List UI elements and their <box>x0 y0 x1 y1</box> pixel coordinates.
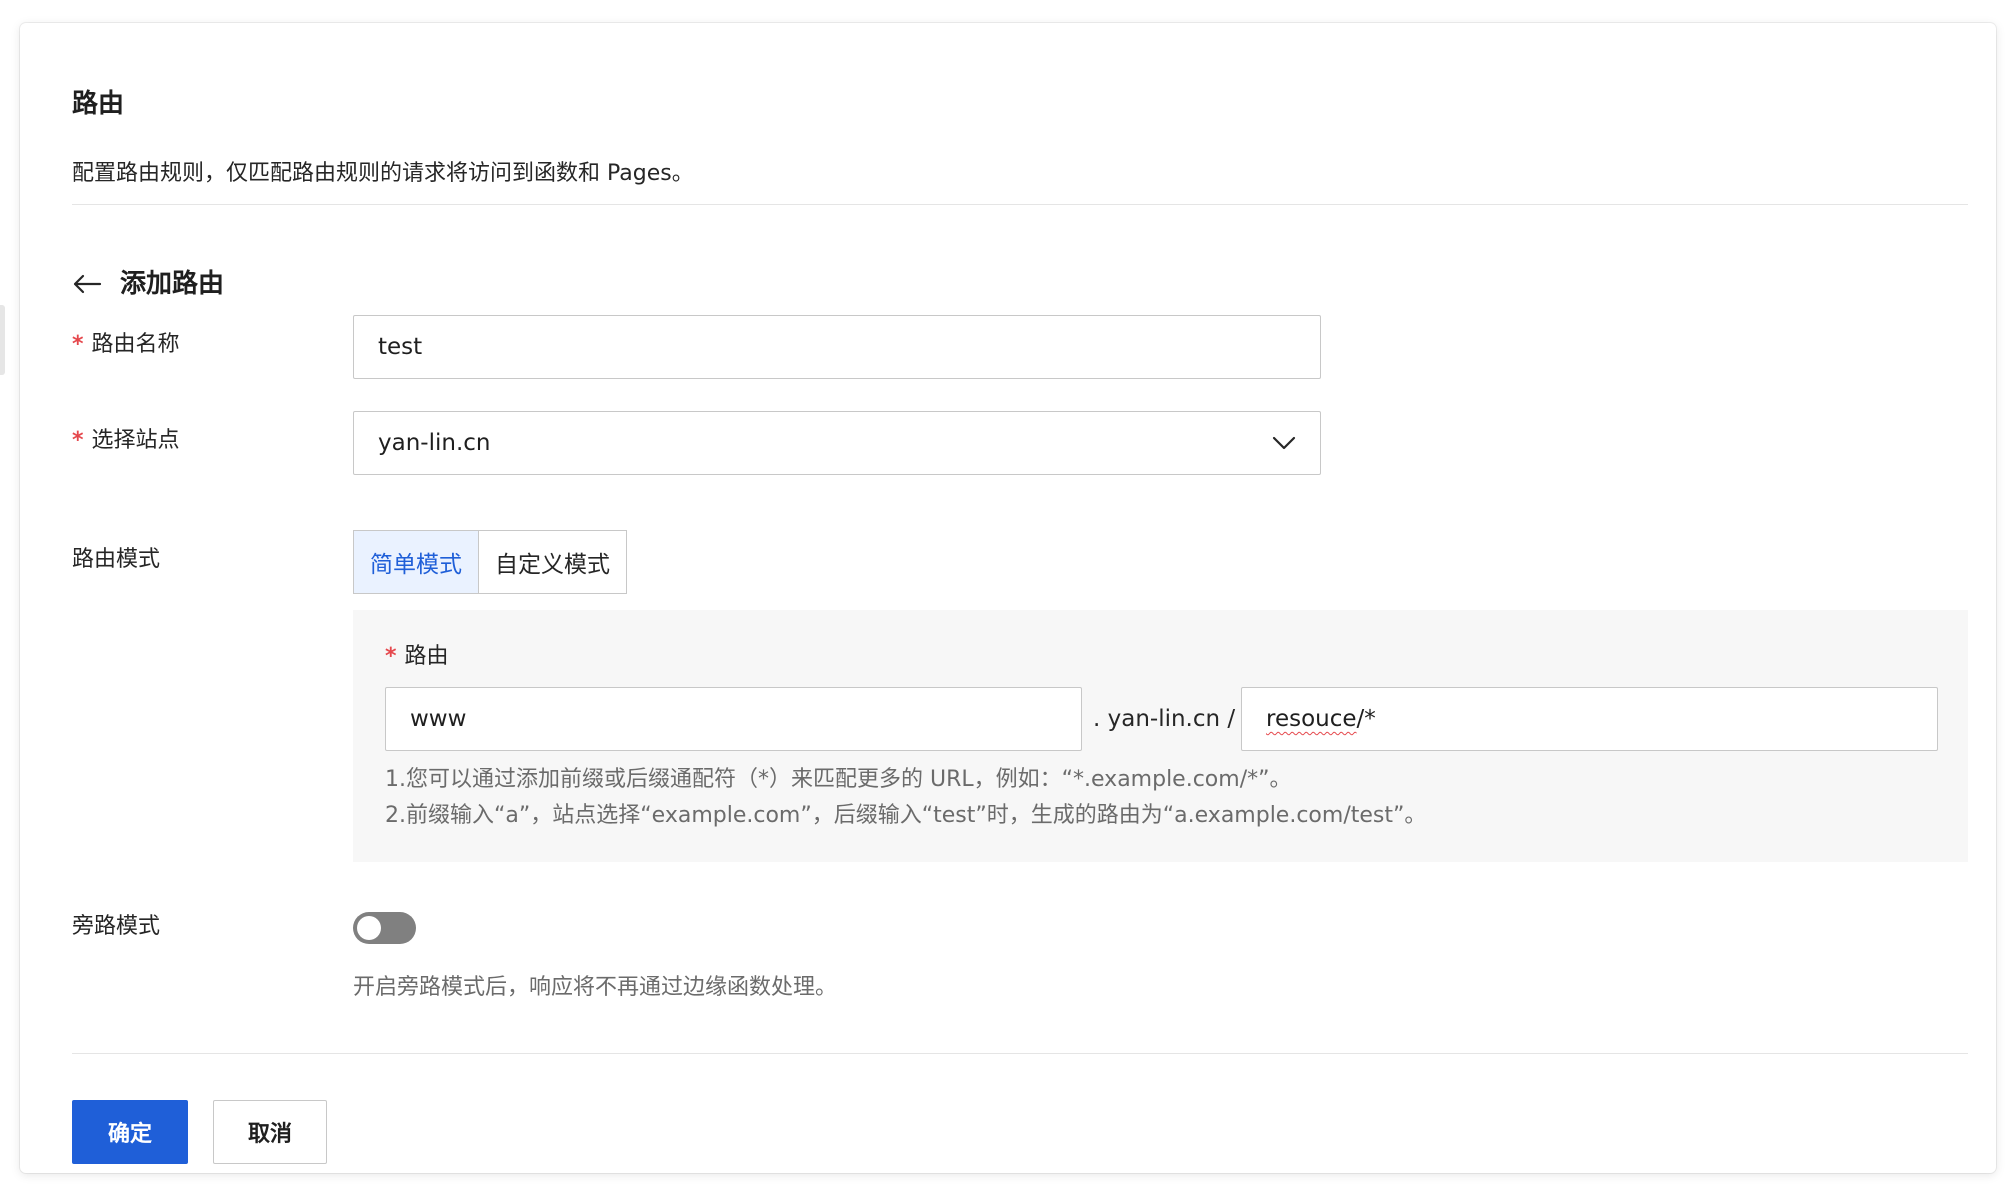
bypass-hint: 开启旁路模式后，响应将不再通过边缘函数处理。 <box>353 975 838 1000</box>
cancel-button[interactable]: 取消 <box>213 1100 327 1164</box>
top-divider <box>72 204 1968 205</box>
route-mode-segmented: 简单模式 自定义模式 <box>353 530 627 594</box>
route-suffix-input[interactable]: resouce/* <box>1241 687 1938 751</box>
route-card: 路由 配置路由规则，仅匹配路由规则的请求将访问到函数和 Pages。 添加路由 … <box>20 23 1996 1173</box>
chevron-down-icon <box>1272 430 1296 456</box>
required-mark: * <box>72 428 84 453</box>
route-hint-2: 2.前缀输入“a”，站点选择“example.com”，后缀输入“test”时，… <box>385 803 1427 828</box>
toggle-knob <box>357 916 381 940</box>
route-panel: * 路由 www . yan-lin.cn / resouce/* 1.您可以通过… <box>353 610 1968 862</box>
route-prefix-input[interactable]: www <box>385 687 1082 751</box>
back-link[interactable]: 添加路由 <box>72 267 224 301</box>
bypass-mode-label: 旁路模式 <box>72 914 161 939</box>
confirm-button[interactable]: 确定 <box>72 1100 188 1164</box>
route-suffix-tail: /* <box>1356 706 1376 732</box>
required-mark: * <box>72 332 84 357</box>
section-title: 添加路由 <box>120 269 225 299</box>
page-title: 路由 <box>72 89 125 119</box>
arrow-left-icon[interactable] <box>72 267 104 301</box>
route-name-input[interactable]: test <box>353 315 1321 379</box>
route-name-label: * 路由名称 <box>72 332 180 357</box>
site-select[interactable]: yan-lin.cn <box>353 411 1321 475</box>
bottom-divider <box>72 1053 1968 1054</box>
bypass-toggle[interactable] <box>353 912 416 944</box>
mode-option-custom[interactable]: 自定义模式 <box>479 530 627 594</box>
required-mark: * <box>385 644 397 669</box>
route-suffix-main: resouce <box>1266 706 1357 732</box>
side-edge-tab <box>0 305 5 375</box>
site-label: * 选择站点 <box>72 428 180 453</box>
route-hint-1: 1.您可以通过添加前缀或后缀通配符（*）来匹配更多的 URL，例如：“*.exa… <box>385 767 1292 792</box>
mode-option-simple[interactable]: 简单模式 <box>353 530 479 594</box>
route-label: * 路由 <box>385 644 449 669</box>
route-mode-label: 路由模式 <box>72 547 161 572</box>
route-domain-text: . yan-lin.cn / <box>1093 706 1236 732</box>
page-description: 配置路由规则，仅匹配路由规则的请求将访问到函数和 Pages。 <box>72 161 694 186</box>
